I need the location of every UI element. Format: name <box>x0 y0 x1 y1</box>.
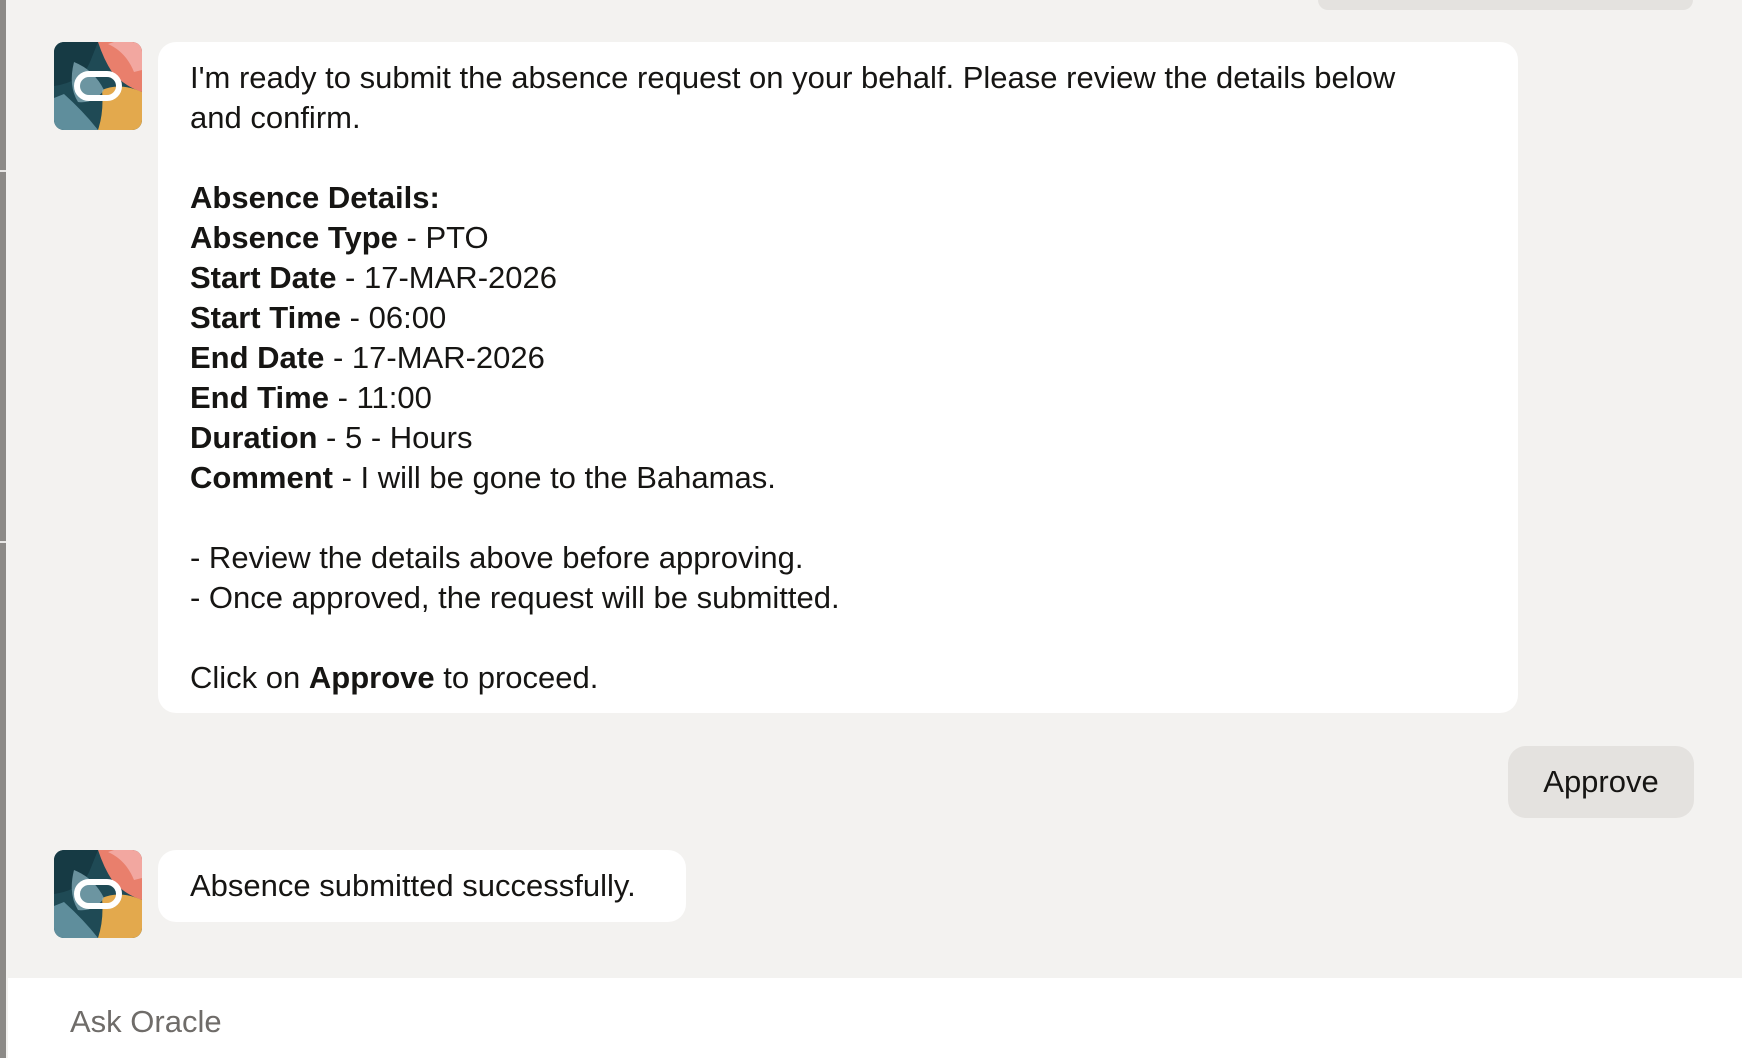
oracle-avatar-icon <box>54 42 142 130</box>
detail-start-date: Start Date - 17-MAR-2026 <box>190 258 1486 298</box>
detail-label: Duration <box>190 420 318 455</box>
detail-separator: - <box>332 460 361 495</box>
ask-oracle-input[interactable] <box>70 1000 1670 1044</box>
details-heading: Absence Details: <box>190 180 440 215</box>
detail-label: End Date <box>190 340 325 375</box>
window-edge-divider <box>0 541 6 543</box>
intro-text: and confirm. <box>190 100 361 135</box>
detail-comment: Comment - I will be gone to the Bahamas. <box>190 458 1486 498</box>
note-text: - Review the details above before approv… <box>190 540 804 575</box>
detail-duration: Duration - 5 - Hours <box>190 418 1486 458</box>
previous-user-message <box>1318 0 1693 10</box>
detail-start-time: Start Time - 06:00 <box>190 298 1486 338</box>
detail-label: Absence Type <box>190 220 398 255</box>
detail-value: 11:00 <box>356 380 432 415</box>
detail-label: Start Date <box>190 260 337 295</box>
instruction-action: Approve <box>308 660 435 695</box>
instruction-suffix: to proceed. <box>434 660 599 695</box>
approve-button[interactable]: Approve <box>1508 746 1694 818</box>
message-composer <box>8 978 1742 1058</box>
detail-separator: - <box>324 340 352 375</box>
note-text: - Once approved, the request will be sub… <box>190 580 840 615</box>
detail-value: 17-MAR-2026 <box>364 260 557 295</box>
intro-text: I'm ready to submit the absence request … <box>190 60 1396 95</box>
absence-review-message: I'm ready to submit the absence request … <box>158 42 1518 713</box>
detail-value: I will be gone to the Bahamas. <box>360 460 776 495</box>
confirmation-text: Absence submitted successfully. <box>190 868 636 903</box>
window-edge <box>0 0 6 1058</box>
detail-end-time: End Time - 11:00 <box>190 378 1486 418</box>
detail-value: 17-MAR-2026 <box>351 340 545 375</box>
detail-end-date: End Date - 17-MAR-2026 <box>190 338 1486 378</box>
detail-label: Start Time <box>190 300 342 335</box>
detail-separator: - <box>328 380 357 415</box>
detail-value: 5 - Hours <box>345 420 473 455</box>
window-edge-divider <box>0 170 6 172</box>
detail-label: End Time <box>190 380 329 415</box>
detail-separator: - <box>336 260 364 295</box>
detail-label: Comment <box>190 460 333 495</box>
chat-window: I'm ready to submit the absence request … <box>0 0 1742 1058</box>
detail-separator: - <box>341 300 369 335</box>
detail-separator: - <box>317 420 345 455</box>
detail-value: 06:00 <box>368 300 447 335</box>
detail-absence-type: Absence Type - PTO <box>190 218 1486 258</box>
instruction-prefix: Click on <box>190 660 309 695</box>
detail-separator: - <box>397 220 426 255</box>
approve-instruction: Click on Approve to proceed. <box>190 658 1486 698</box>
detail-value: PTO <box>425 220 489 255</box>
confirmation-message: Absence submitted successfully. <box>158 850 686 922</box>
oracle-avatar-icon <box>54 850 142 938</box>
